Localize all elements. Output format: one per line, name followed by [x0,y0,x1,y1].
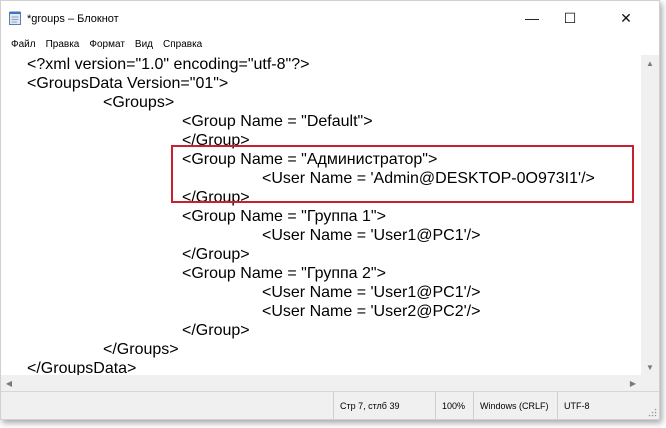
menu-file[interactable]: Файл [7,39,40,50]
text-line: <Groups> [103,94,175,111]
text-line: </Group> [182,322,250,339]
text-line: <User Name = 'User1@PC1'/> [262,284,481,301]
resize-grip-icon[interactable] [647,407,657,417]
scrollbar-corner [641,375,659,391]
text-line: <Group Name = "Default"> [182,113,373,130]
status-line-ending: Windows (CRLF) [473,392,557,419]
vertical-scrollbar[interactable]: ▲ ▼ [641,55,659,375]
text-line: <Group Name = "Группа 1"> [182,208,386,225]
menu-format[interactable]: Формат [85,39,129,50]
text-line: </Group> [182,246,250,263]
scroll-up-icon[interactable]: ▲ [641,55,659,71]
menu-bar: Файл Правка Формат Вид Справка [1,35,659,53]
text-line: <Group Name = "Группа 2"> [182,265,386,282]
notepad-window: *groups – Блокнот — ☐ ✕ Файл Правка Форм… [0,0,660,420]
text-line: <User Name = 'User1@PC1'/> [262,227,481,244]
status-bar: Стр 7, стлб 39 100% Windows (CRLF) UTF-8 [1,391,659,419]
scroll-right-icon[interactable]: ▶ [625,375,641,391]
text-line: <GroupsData Version="01"> [27,75,229,92]
scroll-down-icon[interactable]: ▼ [641,359,659,375]
text-line: </GroupsData> [27,360,137,375]
status-zoom: 100% [435,392,473,419]
close-icon: ✕ [620,9,632,26]
menu-view[interactable]: Вид [131,39,157,50]
text-line: <?xml version="1.0" encoding="utf-8"?> [27,56,310,73]
menu-help[interactable]: Справка [159,39,206,50]
window-title: *groups – Блокнот [27,13,119,25]
maximize-button[interactable]: ☐ [551,1,589,35]
horizontal-scrollbar[interactable]: ◀ ▶ [1,375,641,391]
menu-edit[interactable]: Правка [42,39,84,50]
minimize-button[interactable]: — [513,1,551,35]
status-encoding: UTF-8 [557,392,657,419]
notepad-icon [9,11,21,25]
highlight-box [171,145,634,203]
text-line: <User Name = 'User2@PC2'/> [262,303,481,320]
status-cursor-position: Стр 7, стлб 39 [333,392,435,419]
minimize-icon: — [525,10,539,26]
scroll-left-icon[interactable]: ◀ [1,375,17,391]
title-bar[interactable]: *groups – Блокнот — ☐ ✕ [1,1,659,35]
maximize-icon: ☐ [563,9,577,26]
text-editor[interactable]: <?xml version="1.0" encoding="utf-8"?> <… [1,55,641,375]
close-button[interactable]: ✕ [607,1,645,35]
text-line: </Groups> [103,341,179,358]
